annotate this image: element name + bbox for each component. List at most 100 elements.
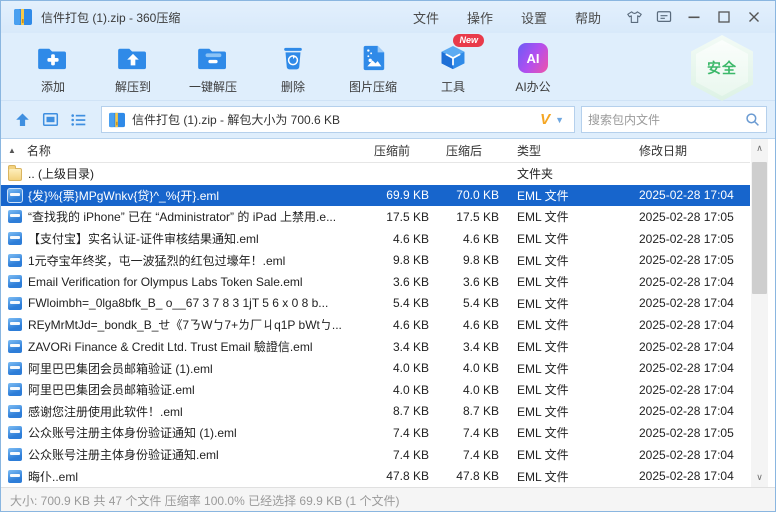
table-row[interactable]: ZAVORi Finance & Credit Ltd. Trust Email… <box>1 336 750 358</box>
file-icon <box>8 232 22 245</box>
table-row[interactable]: 公众账号注册主体身份验证通知.eml 7.4 KB 7.4 KB EML 文件 … <box>1 444 750 466</box>
file-type: EML 文件 <box>499 295 629 312</box>
table-row[interactable]: 阿里巴巴集团会员邮箱验证 (1).eml 4.0 KB 4.0 KB EML 文… <box>1 357 750 379</box>
list-view-icon[interactable] <box>67 109 89 131</box>
column-type[interactable]: 类型 <box>499 142 629 159</box>
table-row[interactable]: 阿里巴巴集团会员邮箱验证.eml 4.0 KB 4.0 KB EML 文件 20… <box>1 379 750 401</box>
toolbar-label: 解压到 <box>115 78 151 95</box>
folder-extract-to-icon <box>117 42 149 74</box>
scroll-down-icon[interactable]: ∨ <box>751 469 768 487</box>
column-size-before[interactable]: 压缩前 <box>359 142 429 159</box>
feedback-icon[interactable] <box>651 6 677 28</box>
table-row[interactable]: {发}%{票}MPgWnkv{贷}^_%{开}.eml 69.9 KB 70.0… <box>1 185 750 207</box>
image-compress-button[interactable]: 图片压缩 <box>333 33 413 100</box>
search-icon[interactable] <box>745 112 760 127</box>
view-mode-icon[interactable] <box>39 109 61 131</box>
file-icon <box>8 448 22 461</box>
file-icon <box>8 340 22 353</box>
size-before: 69.9 KB <box>359 188 429 202</box>
size-before: 3.6 KB <box>359 275 429 289</box>
size-before: 9.8 KB <box>359 253 429 267</box>
toolbar-label: 工具 <box>441 78 465 95</box>
file-date: 2025-02-28 17:05 <box>629 426 750 440</box>
up-icon[interactable] <box>11 109 33 131</box>
size-after: 4.0 KB <box>429 383 499 397</box>
menu-file[interactable]: 文件 <box>399 4 453 31</box>
file-type: EML 文件 <box>499 381 629 398</box>
file-icon <box>8 210 22 223</box>
extract-to-button[interactable]: 解压到 <box>93 33 173 100</box>
table-row[interactable]: 公众账号注册主体身份验证通知 (1).eml 7.4 KB 7.4 KB EML… <box>1 422 750 444</box>
maximize-icon[interactable] <box>711 6 737 28</box>
folder-add-icon <box>37 42 69 74</box>
file-name: 晦仆..eml <box>28 468 78 485</box>
column-date[interactable]: 修改日期 <box>629 142 750 159</box>
file-type: EML 文件 <box>499 230 629 247</box>
file-name: Email Verification for Olympus Labs Toke… <box>28 275 303 289</box>
path-field[interactable]: 信件打包 (1).zip - 解包大小为 700.6 KB V ▼ <box>101 106 575 133</box>
file-icon <box>8 470 22 483</box>
size-before: 4.6 KB <box>359 232 429 246</box>
tools-button[interactable]: New 工具 <box>413 33 493 100</box>
table-row[interactable]: Email Verification for Olympus Labs Toke… <box>1 271 750 293</box>
skin-icon[interactable] <box>621 6 647 28</box>
search-input[interactable] <box>588 113 745 127</box>
size-before: 7.4 KB <box>359 448 429 462</box>
menu-bar: 文件 操作 设置 帮助 <box>399 4 767 31</box>
toolbar-label: 删除 <box>281 78 305 95</box>
column-size-after[interactable]: 压缩后 <box>429 142 499 159</box>
v-dropdown-icon[interactable]: V ▼ <box>536 111 568 128</box>
table-row[interactable]: 【支付宝】实名认证-证件审核结果通知.eml 4.6 KB 4.6 KB EML… <box>1 228 750 250</box>
toolbar-label: 添加 <box>41 78 65 95</box>
file-date: 2025-02-28 17:05 <box>629 253 750 267</box>
table-row[interactable]: 1元夺宝年终奖，屯一波猛烈的红包过壕年！.eml 9.8 KB 9.8 KB E… <box>1 249 750 271</box>
toolbar-label: 图片压缩 <box>349 78 397 95</box>
table-row[interactable]: 感谢您注册使用此软件！.eml 8.7 KB 8.7 KB EML 文件 202… <box>1 401 750 423</box>
file-name: 阿里巴巴集团会员邮箱验证.eml <box>28 381 195 398</box>
size-after: 4.0 KB <box>429 361 499 375</box>
file-icon <box>8 297 22 310</box>
size-before: 3.4 KB <box>359 340 429 354</box>
file-name: 公众账号注册主体身份验证通知.eml <box>28 446 219 463</box>
ai-office-button[interactable]: AI AI办公 <box>493 33 573 100</box>
file-date: 2025-02-28 17:04 <box>629 361 750 375</box>
table-row[interactable]: 晦仆..eml 47.8 KB 47.8 KB EML 文件 2025-02-2… <box>1 465 750 487</box>
menu-help[interactable]: 帮助 <box>561 4 615 31</box>
table-row[interactable]: FWloimbh=_0lga8bfk_B_ o__67 3 7 8 3 1jT … <box>1 293 750 315</box>
minimize-icon[interactable] <box>681 6 707 28</box>
table-row[interactable]: REyMrMtJd=_bondk_B_せ《7ㄋWㄅ7+ㄌ厂ㄐq1P bWtㄅ..… <box>1 314 750 336</box>
file-date: 2025-02-28 17:04 <box>629 275 750 289</box>
add-button[interactable]: 添加 <box>13 33 93 100</box>
delete-button[interactable]: 删除 <box>253 33 333 100</box>
close-icon[interactable] <box>741 6 767 28</box>
file-name: ZAVORi Finance & Credit Ltd. Trust Email… <box>28 338 313 355</box>
table-row[interactable]: “查找我的 iPhone” 已在 “Administrator” 的 iPad … <box>1 206 750 228</box>
zip-file-icon <box>108 112 126 128</box>
oneclick-extract-button[interactable]: 一键解压 <box>173 33 253 100</box>
size-before: 8.7 KB <box>359 404 429 418</box>
file-icon <box>8 426 22 439</box>
menu-action[interactable]: 操作 <box>453 4 507 31</box>
file-name: 公众账号注册主体身份验证通知 (1).eml <box>28 424 237 441</box>
size-after: 4.6 KB <box>429 318 499 332</box>
file-name: .. (上级目录) <box>28 165 94 182</box>
column-name[interactable]: ▲ 名称 <box>1 142 359 159</box>
file-type: EML 文件 <box>499 316 629 333</box>
table-row[interactable]: .. (上级目录) 文件夹 <box>1 163 750 185</box>
menu-settings[interactable]: 设置 <box>507 4 561 31</box>
size-after: 7.4 KB <box>429 426 499 440</box>
file-type: EML 文件 <box>499 187 629 204</box>
file-date: 2025-02-28 17:04 <box>629 296 750 310</box>
file-type: EML 文件 <box>499 208 629 225</box>
address-bar: 信件打包 (1).zip - 解包大小为 700.6 KB V ▼ <box>1 101 775 139</box>
trash-recycle-icon <box>278 42 308 74</box>
safe-shield-badge[interactable]: 安全 <box>691 35 753 101</box>
toolbar-label: 一键解压 <box>189 78 237 95</box>
file-date: 2025-02-28 17:04 <box>629 383 750 397</box>
column-headers: ▲ 名称 压缩前 压缩后 类型 修改日期 <box>1 139 750 163</box>
size-before: 7.4 KB <box>359 426 429 440</box>
status-text: 大小: 700.9 KB 共 47 个文件 压缩率 100.0% 已经选择 69… <box>10 492 399 509</box>
scrollbar-thumb[interactable] <box>752 162 767 294</box>
scrollbar[interactable]: ∧ ∨ <box>751 139 768 487</box>
scroll-up-icon[interactable]: ∧ <box>751 139 768 157</box>
